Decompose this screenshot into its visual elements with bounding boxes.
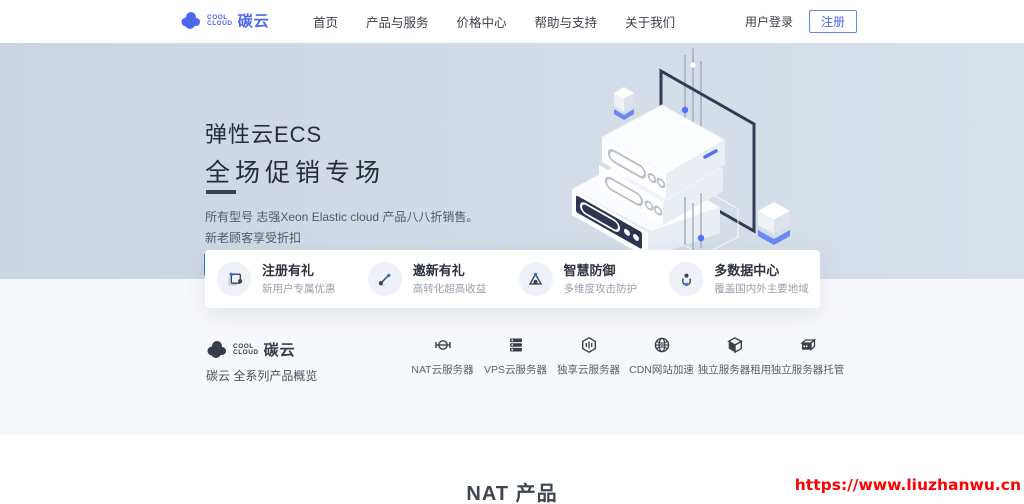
main-nav: 首页 产品与服务 价格中心 帮助与支持 关于我们 bbox=[313, 0, 675, 43]
isometric-server-illustration bbox=[555, 43, 845, 279]
watermark-url: https://www.liuzhanwu.cn bbox=[795, 476, 1021, 494]
feature-title: 邀新有礼 bbox=[413, 263, 487, 278]
nav-item-home[interactable]: 首页 bbox=[313, 12, 338, 31]
product-dedicated-cloud-server[interactable]: 独享云服务器 bbox=[552, 335, 625, 377]
hero-divider bbox=[206, 190, 236, 194]
feature-title: 智慧防御 bbox=[564, 263, 638, 278]
globe-icon bbox=[652, 335, 672, 355]
nat-network-icon bbox=[433, 335, 453, 355]
product-label: VPS云服务器 bbox=[484, 362, 547, 377]
nav-item-pricing[interactable]: 价格中心 bbox=[457, 12, 507, 31]
feature-subtitle: 新用户专属优惠 bbox=[262, 281, 336, 296]
radar-triangle-icon bbox=[519, 262, 553, 296]
product-label: 独立服务器托管 bbox=[771, 362, 845, 377]
product-nat-cloud-server[interactable]: NAT云服务器 bbox=[406, 335, 479, 377]
product-label: 独享云服务器 bbox=[557, 362, 620, 377]
account-area: 用户登录 注册 bbox=[745, 0, 857, 43]
nav-item-support[interactable]: 帮助与支持 bbox=[535, 12, 598, 31]
product-vps-cloud-server[interactable]: VPS云服务器 bbox=[479, 335, 552, 377]
cube-stack-icon bbox=[725, 335, 745, 355]
feature-invite-gift[interactable]: 邀新有礼 高转化超高收益 bbox=[368, 262, 519, 296]
hero-banner: 弹性云ECS 全场促销专场 所有型号 志强Xeon Elastic cloud … bbox=[0, 43, 1024, 279]
hero-description-line2: 新老顾客享受折扣 bbox=[205, 229, 301, 246]
logo-brand: 碳云 bbox=[238, 10, 270, 31]
product-label: 独立服务器租用 bbox=[698, 362, 772, 377]
feature-register-gift[interactable]: 注册有礼 新用户专属优惠 bbox=[217, 262, 368, 296]
products-row: NAT云服务器 VPS云服务器 独享云服务器 bbox=[406, 335, 844, 377]
feature-multi-datacenter[interactable]: 多数据中心 覆盖国内外主要地域 bbox=[669, 262, 820, 296]
growth-line-icon bbox=[368, 262, 402, 296]
server-stack-icon bbox=[506, 335, 526, 355]
hero-title-line2: 全场促销专场 bbox=[205, 153, 385, 189]
product-cdn-acceleration[interactable]: CDN网站加速 bbox=[625, 335, 698, 377]
feature-title: 注册有礼 bbox=[262, 263, 336, 278]
product-label: NAT云服务器 bbox=[411, 362, 473, 377]
logo-brand: 碳云 bbox=[264, 339, 296, 360]
layers-dots-icon bbox=[217, 262, 251, 296]
feature-smart-defense[interactable]: 智慧防御 多维度攻击防护 bbox=[519, 262, 670, 296]
hero-title-line1: 弹性云ECS bbox=[205, 117, 322, 149]
floating-cube-right bbox=[758, 202, 790, 245]
products-logo: COOL CLOUD 碳云 bbox=[206, 339, 296, 360]
feature-subtitle: 覆盖国内外主要地域 bbox=[714, 281, 809, 296]
feature-strip: 注册有礼 新用户专属优惠 邀新有礼 高转化超高收益 智慧防御 bbox=[205, 250, 820, 308]
nav-item-products[interactable]: 产品与服务 bbox=[366, 12, 429, 31]
hero-description-line1: 所有型号 志强Xeon Elastic cloud 产品八八折销售。 bbox=[205, 208, 478, 225]
location-pin-icon bbox=[669, 262, 703, 296]
register-button[interactable]: 注册 bbox=[809, 10, 857, 33]
server-box-icon bbox=[798, 335, 818, 355]
logo-wordmark: COOL CLOUD bbox=[233, 344, 259, 356]
product-label: CDN网站加速 bbox=[629, 362, 694, 377]
product-dedicated-server-hosting[interactable]: 独立服务器托管 bbox=[771, 335, 844, 377]
nav-item-about[interactable]: 关于我们 bbox=[625, 12, 675, 31]
feature-subtitle: 高转化超高收益 bbox=[413, 281, 487, 296]
site-header: COOL CLOUD 碳云 首页 产品与服务 价格中心 帮助与支持 关于我们 用… bbox=[0, 0, 1024, 43]
dedicated-cloud-icon bbox=[579, 335, 599, 355]
products-overview-label: 碳云 全系列产品概览 bbox=[206, 367, 317, 384]
cloud-logo-icon bbox=[180, 11, 204, 31]
feature-subtitle: 多维度攻击防护 bbox=[564, 281, 638, 296]
site-logo[interactable]: COOL CLOUD 碳云 bbox=[180, 10, 270, 31]
login-link[interactable]: 用户登录 bbox=[745, 13, 793, 30]
cloud-logo-icon bbox=[206, 340, 230, 360]
section-heading: NAT 产品 bbox=[466, 477, 557, 504]
floating-cube-left bbox=[614, 87, 634, 120]
logo-wordmark: COOL CLOUD bbox=[207, 15, 233, 27]
feature-title: 多数据中心 bbox=[714, 263, 809, 278]
product-dedicated-server-rental[interactable]: 独立服务器租用 bbox=[698, 335, 771, 377]
